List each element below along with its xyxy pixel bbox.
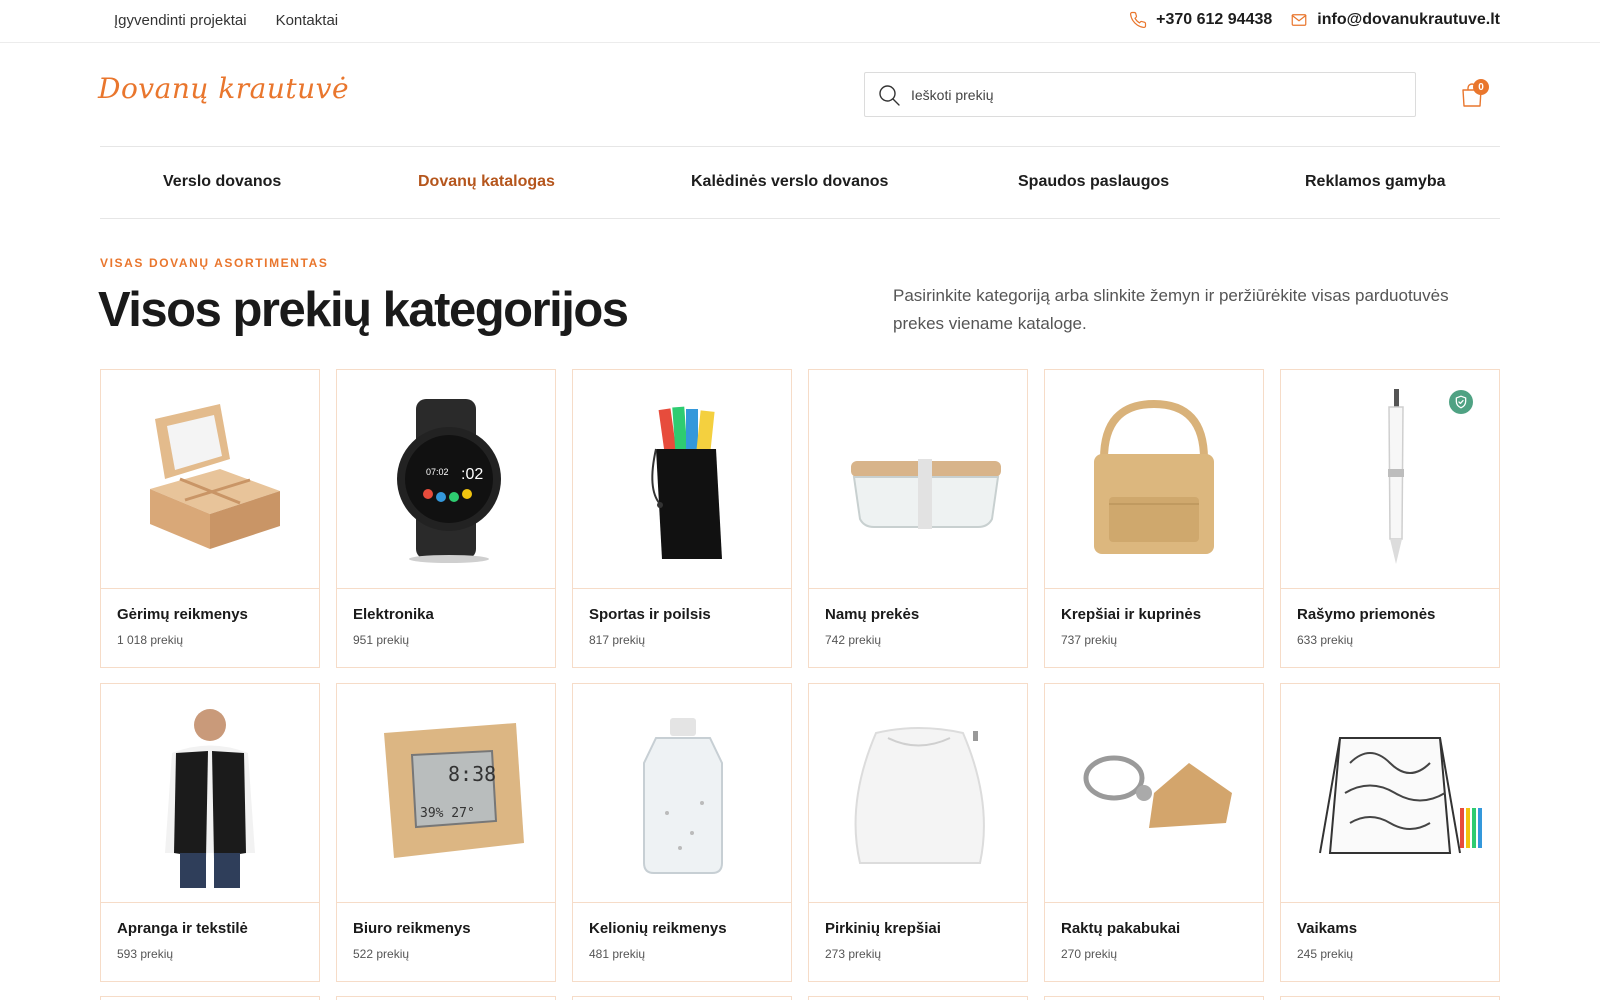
house-keychain-icon [1083,755,1232,828]
category-image [1045,684,1263,903]
category-name: Elektronika [353,606,434,623]
search-box[interactable] [864,72,1416,117]
category-card-raktu-pakabukai[interactable]: Raktų pakabukai 270 prekių [1044,683,1264,982]
category-image [101,370,319,589]
cooler-bag-icon [1094,399,1214,554]
category-name: Rašymo priemonės [1297,606,1436,623]
svg-text:07:02: 07:02 [426,467,449,477]
category-card-apranga-ir-tekstile[interactable]: Apranga ir tekstilė 593 prekių [100,683,320,982]
category-name: Vaikams [1297,920,1358,937]
category-card-pirkiniu-krepsiai[interactable]: Pirkinių krepšiai 273 prekių [808,683,1028,982]
phone-icon [1130,11,1147,29]
link-contacts[interactable]: Kontaktai [276,12,339,29]
site-logo[interactable]: Dovanų krautuvė [98,72,349,105]
category-count: 522 prekių [353,947,410,961]
email-address: info@dovanukrautuve.lt [1317,11,1500,28]
category-card-partial[interactable] [572,996,792,1000]
category-card-partial[interactable] [808,996,1028,1000]
eco-shield-icon [1455,395,1467,409]
category-name: Biuro reikmenys [353,920,471,937]
nav-reklamos-gamyba[interactable]: Reklamos gamyba [1305,173,1446,191]
category-image [1045,370,1263,589]
category-count: 481 prekių [589,947,646,961]
resistance-bands-pouch-icon [651,406,722,559]
category-card-sportas-ir-poilsis[interactable]: Sportas ir poilsis 817 prekių [572,369,792,668]
nav-verslo-dovanos[interactable]: Verslo dovanos [163,173,281,191]
category-count: 270 prekių [1061,947,1118,961]
nav-kaledines-verslo-dovanos[interactable]: Kalėdinės verslo dovanos [691,173,888,191]
weather-station-icon: 8:38 39% 27° [384,723,524,858]
phone-number: +370 612 94438 [1156,11,1273,28]
coloring-backpack-icon [1319,737,1482,854]
category-card-partial[interactable] [100,996,320,1000]
category-count: 633 prekių [1297,633,1354,647]
page-title: Visos prekių kategorijos [98,283,629,337]
contact-info: +370 612 94438 info@dovanukrautuve.lt [1129,11,1500,29]
category-image [1281,370,1499,589]
category-count: 1 018 prekių [117,633,184,647]
category-count: 245 prekių [1297,947,1354,961]
category-count: 817 prekių [589,633,646,647]
category-name: Kelionių reikmenys [589,920,727,937]
drawstring-bag-icon [854,727,985,864]
category-name: Raktų pakabukai [1061,920,1181,937]
category-image: 8:38 39% 27° [337,684,555,903]
category-image [809,370,1027,589]
category-image [573,370,791,589]
category-image [101,684,319,903]
main-navigation: Verslo dovanos Dovanų katalogas Kalėdinė… [100,146,1500,219]
category-image [573,684,791,903]
category-card-partial[interactable] [1044,996,1264,1000]
category-card-krepsiai-ir-kuprines[interactable]: Krepšiai ir kuprinės 737 prekių [1044,369,1264,668]
category-card-rasymo-priemones[interactable]: Rašymo priemonės 633 prekių [1280,369,1500,668]
email-link[interactable]: info@dovanukrautuve.lt [1290,11,1500,29]
category-count: 273 prekių [825,947,882,961]
category-name: Namų prekės [825,606,920,623]
tea-box-icon [150,404,280,549]
nav-spaudos-paslaugos[interactable]: Spaudos paslaugos [1018,173,1169,191]
category-card-partial[interactable] [336,996,556,1000]
mail-icon [1291,14,1307,26]
svg-text:8:38: 8:38 [448,762,496,786]
link-projects[interactable]: Įgyvendinti projektai [114,12,247,29]
category-card-kelioniu-reikmenys[interactable]: Kelionių reikmenys 481 prekių [572,683,792,982]
svg-text:39% 27°: 39% 27° [420,806,475,821]
category-image [809,684,1027,903]
search-input[interactable] [911,86,1391,103]
category-count: 951 prekių [353,633,410,647]
section-eyebrow: VISAS DOVANŲ ASORTIMENTAS [100,256,329,270]
category-name: Gėrimų reikmenys [117,606,248,623]
nav-dovanu-katalogas[interactable]: Dovanų katalogas [418,173,555,191]
category-card-elektronika[interactable]: 07:02 :02 Elektronika 951 prekių [336,369,556,668]
category-name: Sportas ir poilsis [589,606,711,623]
category-count: 737 prekių [1061,633,1118,647]
category-name: Apranga ir tekstilė [117,920,248,937]
category-card-partial[interactable] [1280,996,1500,1000]
search-icon [879,84,900,106]
eco-badge [1449,390,1473,414]
lunch-box-icon [851,459,1001,529]
top-links: Įgyvendinti projektai Kontaktai [114,12,338,29]
category-card-namu-prekes[interactable]: Namų prekės 742 prekių [808,369,1028,668]
smartwatch-icon: 07:02 :02 [397,399,501,563]
phone-link[interactable]: +370 612 94438 [1129,11,1272,29]
category-count: 742 prekių [825,633,882,647]
category-name: Pirkinių krepšiai [825,920,941,937]
cart-count-badge: 0 [1473,79,1489,95]
category-count: 593 prekių [117,947,174,961]
vest-person-icon [165,709,255,888]
category-card-biuro-reikmenys[interactable]: 8:38 39% 27° Biuro reikmenys 522 prekių [336,683,556,982]
category-card-vaikams[interactable]: Vaikams 245 prekių [1280,683,1500,982]
page-intro: Pasirinkite kategoriją arba slinkite žem… [893,286,1449,333]
category-name: Krepšiai ir kuprinės [1061,606,1202,623]
category-image [1281,684,1499,903]
sanitizer-bottle-icon [643,718,723,874]
category-image: 07:02 :02 [337,370,555,589]
top-utility-bar: Įgyvendinti projektai Kontaktai +370 612… [0,0,1600,43]
category-card-gerimu-reikmenys[interactable]: Gėrimų reikmenys 1 018 prekių [100,369,320,668]
svg-text::02: :02 [461,466,483,483]
cart-button[interactable]: 0 [1460,79,1490,112]
